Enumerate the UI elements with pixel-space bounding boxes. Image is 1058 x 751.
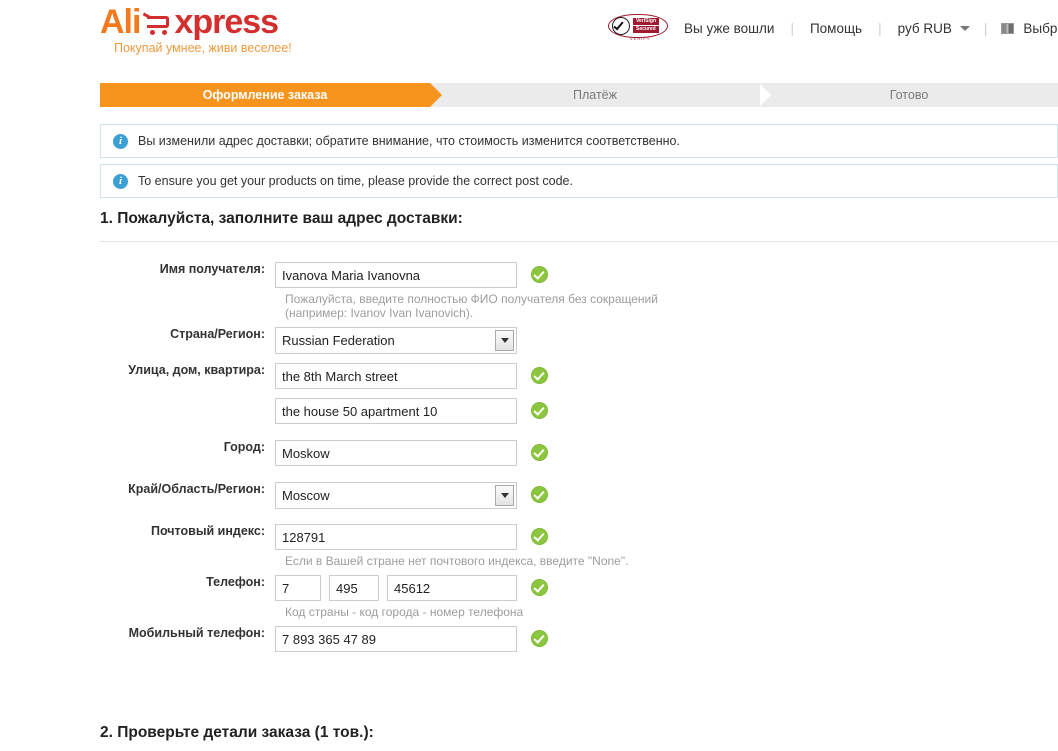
- street-2-field: [275, 398, 517, 424]
- section-1-title: 1. Пожалуйста, заполните ваш адрес доста…: [100, 210, 463, 227]
- row-city: Город:: [100, 440, 700, 466]
- logo-text: Ali xpress: [100, 4, 350, 40]
- logo-ali: Ali: [100, 3, 141, 41]
- logo-xpress: xpress: [174, 3, 279, 41]
- step-done[interactable]: Готово: [760, 83, 1058, 107]
- verisign-sub: VERIFY: [630, 36, 651, 41]
- row-country: Страна/Регион: Russian Federation: [100, 327, 700, 354]
- step-arrow-2: [760, 83, 771, 107]
- valid-check-icon: [531, 630, 548, 647]
- valid-check-icon: [531, 528, 548, 545]
- recipient-name-input[interactable]: [275, 262, 517, 288]
- valid-check-icon: [531, 579, 548, 596]
- nav-separator-2: |: [878, 20, 882, 36]
- country-select[interactable]: Russian Federation: [275, 327, 517, 354]
- region-selected-value: Moscow: [282, 488, 330, 503]
- country-label: Страна/Регион:: [170, 327, 265, 341]
- chevron-down-icon[interactable]: [495, 330, 514, 351]
- shopping-cart-icon: [143, 12, 173, 36]
- step-1-label: Оформление заказа: [202, 88, 328, 102]
- zip-hint: Если в Вашей стране нет почтового индекс…: [285, 554, 629, 568]
- shipping-address-form: Имя получателя: Пожалуйста, введите полн…: [100, 262, 700, 652]
- street-2-input[interactable]: [275, 398, 517, 424]
- zip-label: Почтовый индекс:: [150, 524, 265, 538]
- top-navigation: VeriSign Secured VERIFY Вы уже вошли | П…: [608, 14, 1058, 42]
- step-2-label: Платёж: [573, 88, 617, 102]
- currency-selector[interactable]: руб RUB: [896, 21, 954, 36]
- verisign-line2: Secured: [633, 26, 659, 33]
- zip-input[interactable]: [275, 524, 517, 550]
- checkout-progress-steps: Оформление заказа Платёж Готово: [100, 83, 1058, 107]
- step-arrow-1: [430, 83, 442, 107]
- step-3-label: Готово: [889, 88, 929, 102]
- region-label: Край/Область/Регион:: [128, 482, 265, 496]
- region-field: Moscow: [275, 482, 517, 509]
- valid-check-icon: [531, 402, 548, 419]
- city-field: [275, 440, 517, 466]
- valid-check-icon: [531, 266, 548, 283]
- info-icon: i: [113, 173, 128, 189]
- recipient-name-hint: Пожалуйста, введите полностью ФИО получа…: [285, 292, 658, 320]
- site-slogan: Покупай умнее, живи веселее!: [114, 41, 292, 55]
- country-selected-value: Russian Federation: [282, 333, 395, 348]
- phone-country-code-input[interactable]: [275, 575, 321, 601]
- nav-separator-1: |: [790, 20, 794, 36]
- row-street: Улица, дом, квартира:: [100, 363, 700, 389]
- alert-post-code: i To ensure you get your products on tim…: [100, 164, 1058, 198]
- row-phone: Телефон:: [100, 575, 700, 601]
- valid-check-icon: [531, 486, 548, 503]
- street-input[interactable]: [275, 363, 517, 389]
- signed-in-link[interactable]: Вы уже вошли: [682, 21, 776, 36]
- valid-check-icon: [531, 444, 548, 461]
- phone-number-input[interactable]: [387, 575, 517, 601]
- nav-separator-3: |: [983, 20, 988, 36]
- help-link[interactable]: Помощь: [808, 21, 864, 36]
- alert-address-changed: i Вы изменили адрес доставки; обратите в…: [100, 124, 1058, 158]
- section-2-title: 2. Проверьте детали заказа (1 тов.):: [100, 724, 374, 741]
- row-mobile: Мобильный телефон:: [100, 626, 700, 652]
- chevron-down-icon[interactable]: [495, 485, 514, 506]
- mobile-label: Мобильный телефон:: [128, 626, 265, 640]
- info-icon: i: [113, 133, 128, 149]
- recipient-name-label: Имя получателя:: [159, 262, 265, 276]
- country-field: Russian Federation: [275, 327, 517, 354]
- mobile-field: [275, 626, 517, 652]
- street-field: [275, 363, 517, 389]
- phone-label: Телефон:: [206, 575, 265, 589]
- street-label: Улица, дом, квартира:: [128, 363, 265, 377]
- step-order-details[interactable]: Оформление заказа: [100, 83, 442, 107]
- mobile-input[interactable]: [275, 626, 517, 652]
- phone-field-group: [275, 575, 517, 601]
- chevron-down-icon[interactable]: [959, 25, 970, 31]
- zip-field: [275, 524, 517, 550]
- phone-area-code-input[interactable]: [329, 575, 379, 601]
- step-payment[interactable]: Платёж: [430, 83, 771, 107]
- verisign-secured-badge: VeriSign Secured VERIFY: [608, 13, 670, 43]
- verisign-line1: VeriSign: [633, 18, 660, 25]
- section-1-divider: [100, 241, 1058, 242]
- city-input[interactable]: [275, 440, 517, 466]
- valid-check-icon: [531, 367, 548, 384]
- phone-hint: Код страны - код города - номер телефона: [285, 605, 524, 619]
- row-recipient-name: Имя получателя:: [100, 262, 700, 288]
- city-label: Город:: [223, 440, 265, 454]
- row-region: Край/Область/Регион: Moscow: [100, 482, 700, 509]
- alert-2-text: To ensure you get your products on time,…: [138, 174, 573, 188]
- site-header: Ali xpress Покупай умнее, живи веселее! …: [0, 0, 1058, 68]
- language-selector[interactable]: Выбрать язы: [1021, 21, 1058, 36]
- alert-1-text: Вы изменили адрес доставки; обратите вни…: [138, 134, 680, 148]
- recipient-name-field: [275, 262, 517, 288]
- row-zip: Почтовый индекс:: [100, 524, 700, 550]
- region-select[interactable]: Moscow: [275, 482, 517, 509]
- alerts-container: i Вы изменили адрес доставки; обратите в…: [100, 124, 1058, 204]
- row-street-2: [100, 398, 700, 424]
- globe-icon: [1001, 22, 1015, 34]
- site-logo[interactable]: Ali xpress Покупай умнее, живи веселее!: [100, 4, 350, 55]
- checkout-page: Ali xpress Покупай умнее, живи веселее! …: [0, 0, 1058, 751]
